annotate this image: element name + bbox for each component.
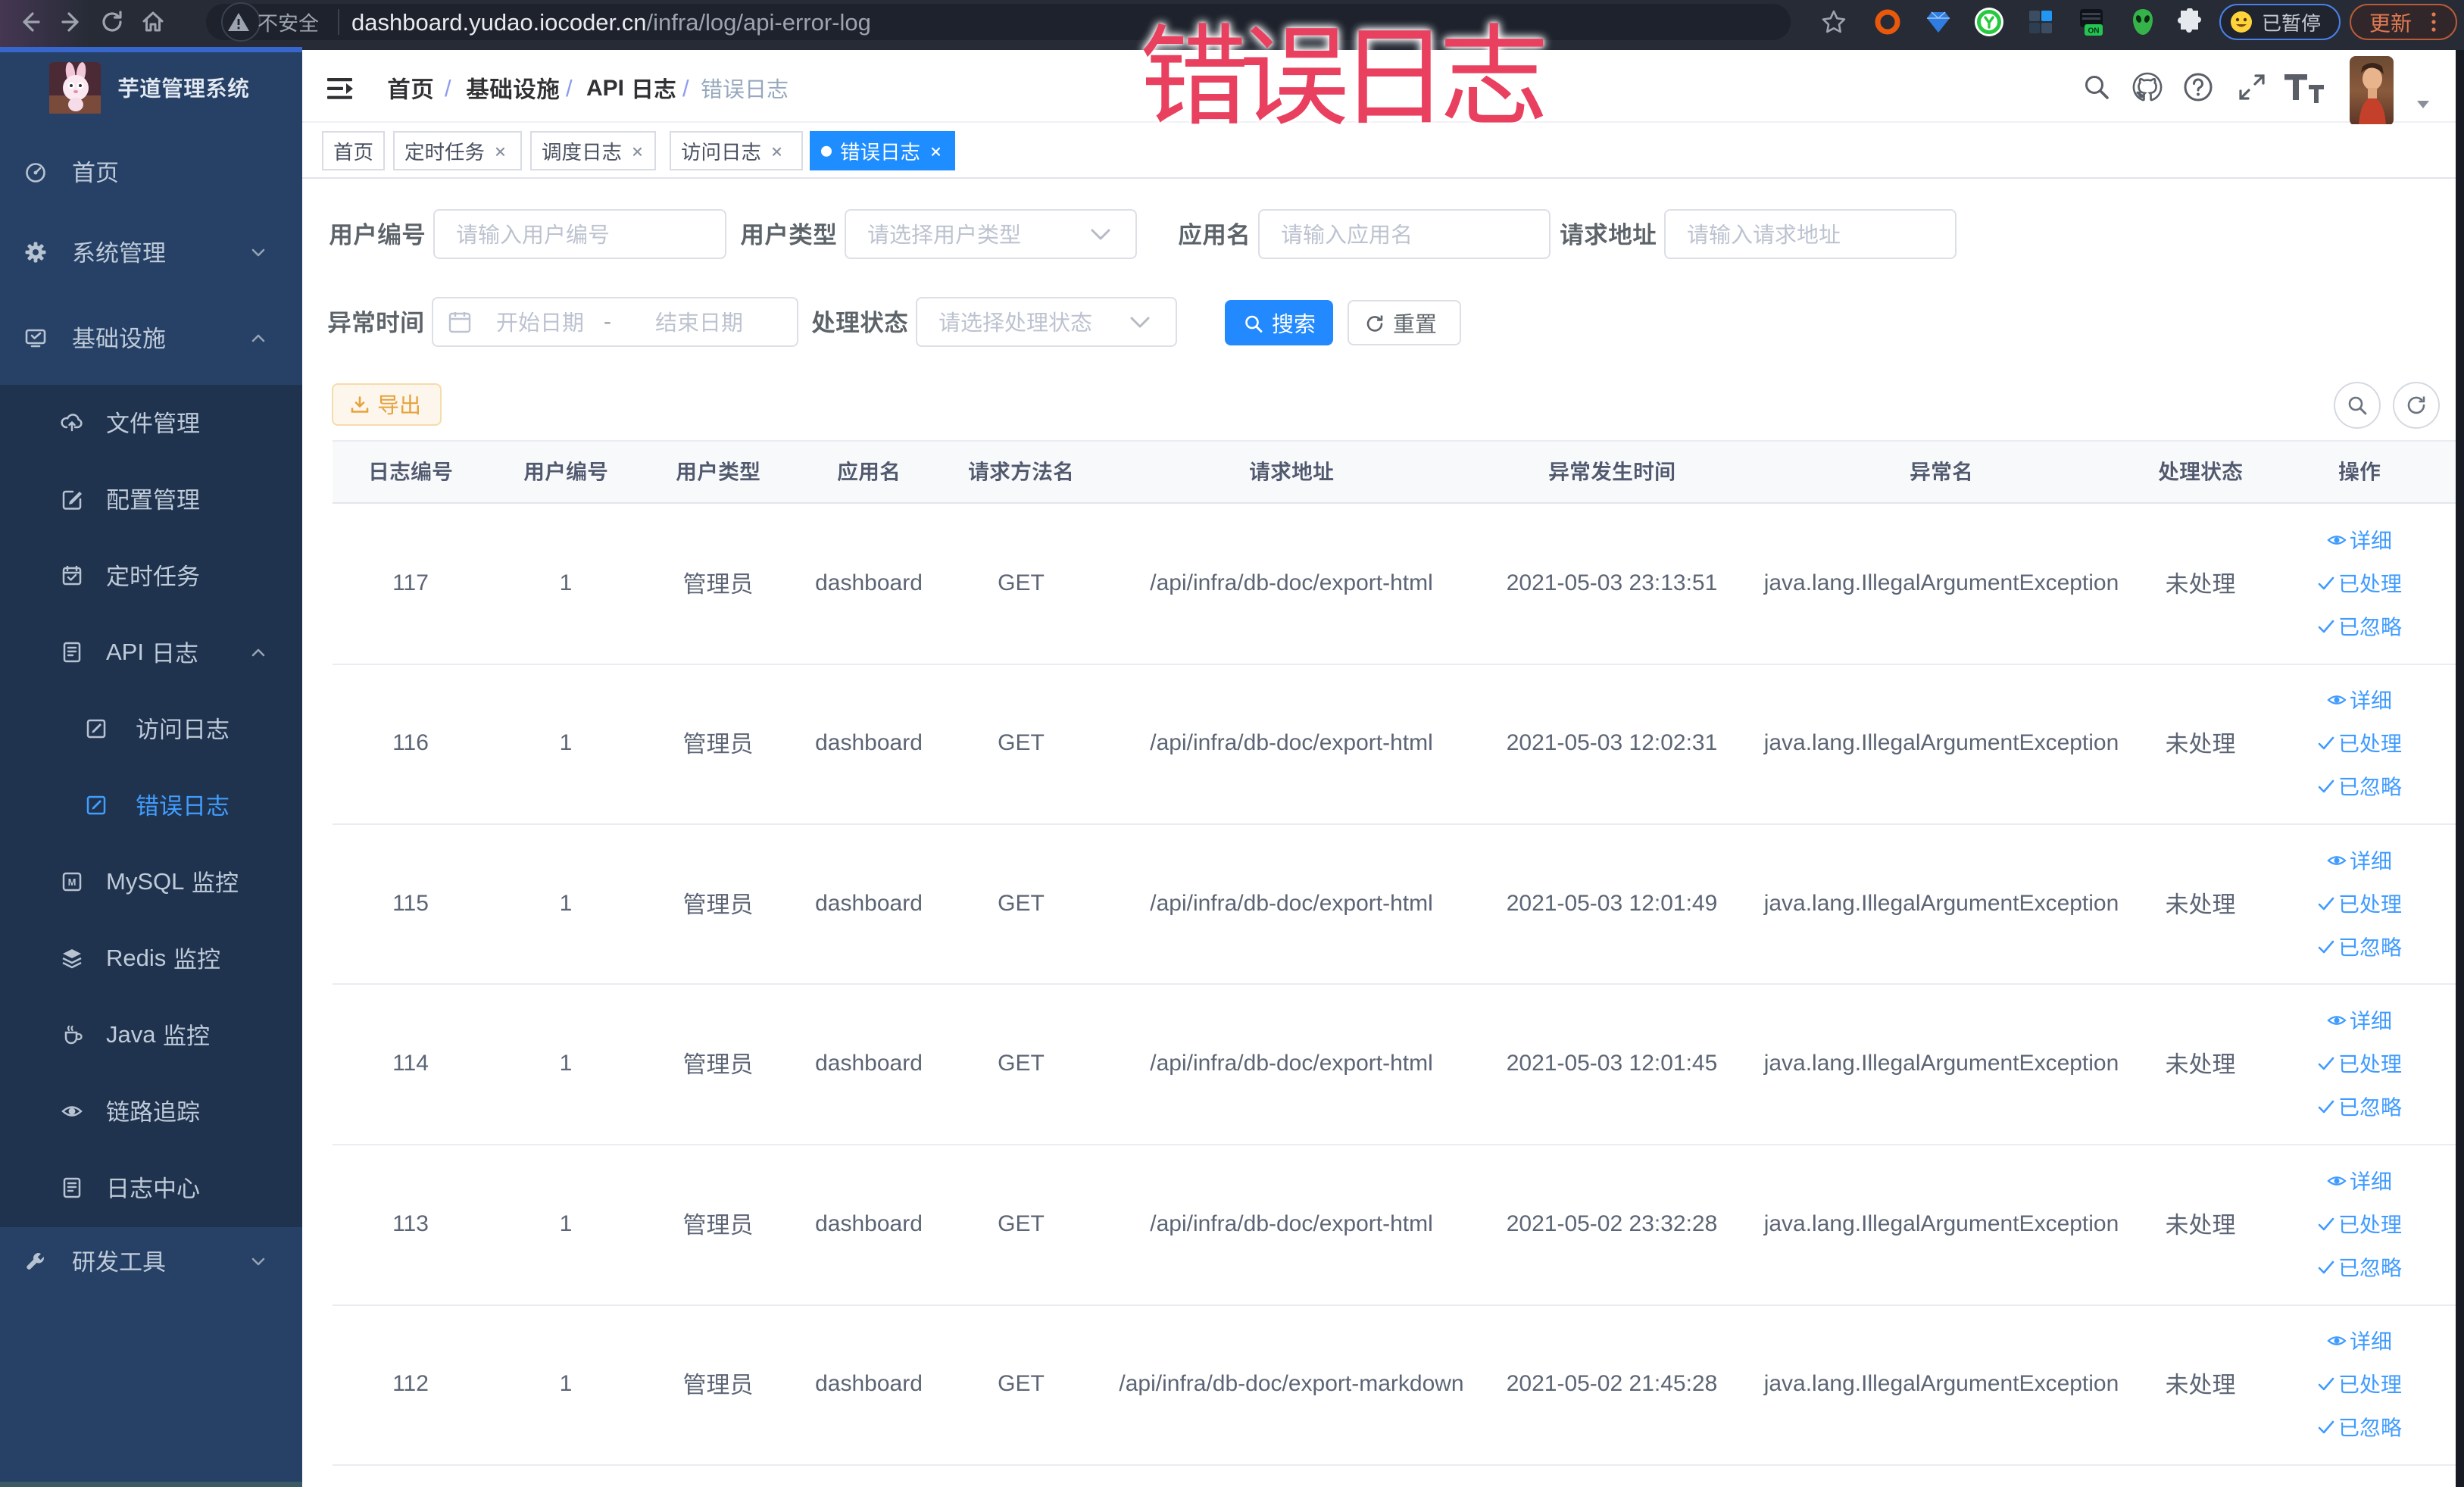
svg-text:M: M (68, 876, 77, 888)
svg-text:ON: ON (2088, 27, 2100, 36)
